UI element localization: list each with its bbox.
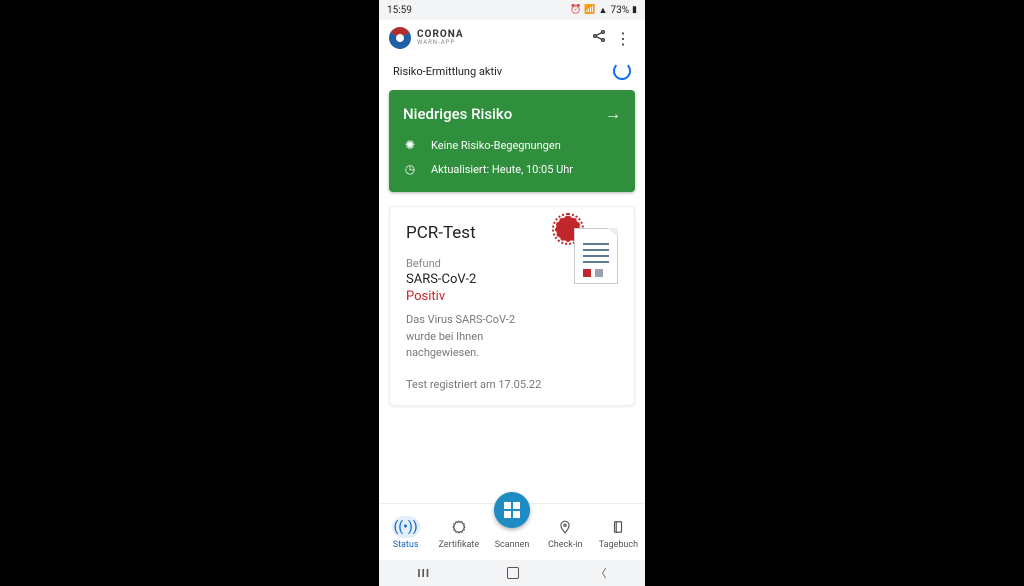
location-pin-icon bbox=[551, 516, 579, 538]
alarm-icon: ⏰ bbox=[570, 5, 581, 15]
nav-checkin-label: Check-in bbox=[548, 540, 583, 550]
certificate-icon bbox=[445, 516, 473, 538]
recents-button[interactable]: III bbox=[417, 567, 430, 580]
wifi-icon: 📶 bbox=[584, 5, 595, 15]
nav-diary-label: Tagebuch bbox=[599, 540, 638, 550]
logo-text: CORONA WARN-APP bbox=[417, 30, 464, 46]
risk-title: Niedriges Risiko bbox=[403, 105, 512, 123]
statusbar-time: 15:59 bbox=[387, 5, 412, 16]
statusbar-battery: 73% bbox=[610, 5, 629, 16]
app-header: CORONA WARN-APP ⋮ bbox=[379, 20, 645, 56]
back-button[interactable]: 〈 bbox=[596, 565, 607, 581]
nav-status[interactable]: ((•)) Status bbox=[379, 504, 432, 560]
risk-activity-row[interactable]: Risiko-Ermittlung aktiv bbox=[379, 56, 645, 90]
risk-card[interactable]: Niedriges Risiko → ✺ Keine Risiko-Begegn… bbox=[389, 90, 635, 192]
content-area: Niedriges Risiko → ✺ Keine Risiko-Begegn… bbox=[379, 90, 645, 503]
befund-registered: Test registriert am 17.05.22 bbox=[406, 378, 618, 391]
befund-result: Positiv bbox=[406, 289, 476, 304]
status-icon: ((•)) bbox=[392, 516, 420, 538]
battery-icon: ▮ bbox=[632, 5, 637, 15]
android-statusbar: 15:59 ⏰ 📶 ▲ 73% ▮ bbox=[379, 0, 645, 20]
scan-fab-button[interactable] bbox=[494, 492, 530, 528]
signal-icon: ▲ bbox=[599, 5, 608, 16]
nav-scan-label: Scannen bbox=[495, 540, 530, 550]
nav-certificates[interactable]: Zertifikate bbox=[432, 504, 485, 560]
risk-updated: Aktualisiert: Heute, 10:05 Uhr bbox=[431, 163, 573, 176]
more-menu-icon[interactable]: ⋮ bbox=[611, 29, 635, 48]
logo-line2: WARN-APP bbox=[417, 40, 464, 46]
spinner-icon bbox=[613, 62, 631, 80]
book-icon bbox=[604, 516, 632, 538]
app-logo: CORONA WARN-APP bbox=[389, 27, 587, 49]
pcr-title: PCR-Test bbox=[406, 223, 476, 243]
nav-checkin[interactable]: Check-in bbox=[539, 504, 592, 560]
befund-label: Befund bbox=[406, 257, 476, 270]
pcr-test-card[interactable]: PCR-Test Befund SARS-CoV-2 Positiv bbox=[389, 206, 635, 406]
clock-icon: ◷ bbox=[403, 162, 417, 176]
befund-name: SARS-CoV-2 bbox=[406, 272, 476, 287]
bottom-nav: ((•)) Status Zertifikate Scannen Check-i… bbox=[379, 503, 645, 560]
qr-icon bbox=[504, 502, 520, 518]
nav-status-label: Status bbox=[393, 540, 419, 550]
android-system-nav: III 〈 bbox=[379, 560, 645, 586]
nav-cert-label: Zertifikate bbox=[438, 540, 479, 550]
home-button[interactable] bbox=[507, 567, 519, 579]
share-icon[interactable] bbox=[587, 28, 611, 48]
nav-diary[interactable]: Tagebuch bbox=[592, 504, 645, 560]
risk-encounters: Keine Risiko-Begegnungen bbox=[431, 139, 561, 152]
statusbar-right: ⏰ 📶 ▲ 73% ▮ bbox=[570, 5, 637, 16]
document-illustration-icon bbox=[564, 223, 618, 287]
virus-outline-icon: ✺ bbox=[403, 138, 417, 152]
arrow-right-icon: → bbox=[605, 104, 621, 124]
logo-mark-icon bbox=[389, 27, 411, 49]
risk-activity-label: Risiko-Ermittlung aktiv bbox=[393, 65, 502, 78]
phone-frame: 15:59 ⏰ 📶 ▲ 73% ▮ CORONA WARN-APP ⋮ Risi… bbox=[379, 0, 645, 586]
befund-description: Das Virus SARS-CoV-2 wurde bei Ihnen nac… bbox=[406, 312, 546, 362]
